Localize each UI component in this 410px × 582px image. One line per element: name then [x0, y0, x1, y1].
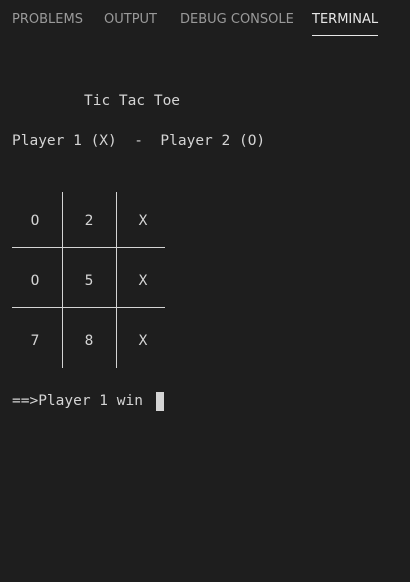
terminal-output[interactable]: Tic Tac Toe Player 1 (X) - Player 2 (O) …	[0, 40, 410, 582]
board-cell: X	[138, 333, 148, 349]
game-title: Tic Tac Toe	[84, 93, 181, 109]
tab-debug-console[interactable]: DEBUG CONSOLE	[180, 12, 294, 28]
tab-problems[interactable]: PROBLEMS	[12, 12, 83, 28]
board-cell: X	[138, 273, 148, 289]
board-cell: O	[30, 213, 40, 229]
board-cell: 7	[30, 333, 40, 349]
tab-output[interactable]: OUTPUT	[104, 12, 157, 28]
terminal-cursor	[156, 392, 164, 411]
board-cell: 2	[84, 213, 94, 229]
board-horizontal-line-1	[12, 247, 165, 248]
board-cell: 5	[84, 273, 94, 289]
board-cell: 8	[84, 333, 94, 349]
board-vertical-line-2	[116, 192, 117, 368]
panel-tab-bar: PROBLEMS OUTPUT DEBUG CONSOLE TERMINAL	[0, 0, 410, 40]
board-cell: O	[30, 273, 40, 289]
board-vertical-line-1	[62, 192, 63, 368]
board-cell: X	[138, 213, 148, 229]
board-horizontal-line-2	[12, 307, 165, 308]
players-line: Player 1 (X) - Player 2 (O)	[12, 133, 266, 149]
tab-terminal[interactable]: TERMINAL	[312, 12, 379, 36]
result-line: ==>Player 1 win	[12, 393, 143, 409]
